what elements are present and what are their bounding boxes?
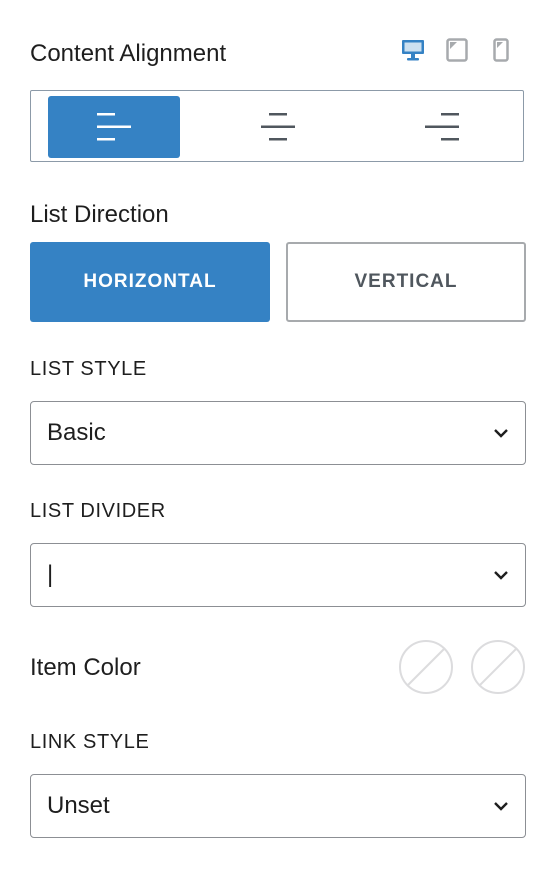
align-right-icon	[425, 113, 459, 141]
list-style-label: LIST STYLE	[30, 358, 147, 380]
content-alignment-title: Content Alignment	[30, 40, 227, 67]
align-center-icon	[261, 113, 295, 141]
align-left-button[interactable]	[48, 96, 180, 158]
vertical-button[interactable]: VERTICAL	[286, 242, 526, 322]
mobile-icon[interactable]	[488, 37, 514, 63]
list-style-select[interactable]: Basic	[30, 401, 526, 465]
link-style-value: Unset	[47, 792, 110, 819]
list-divider-select[interactable]: |	[30, 543, 526, 607]
chevron-down-icon	[494, 571, 508, 580]
horizontal-button[interactable]: HORIZONTAL	[30, 242, 270, 322]
chevron-down-icon	[494, 802, 508, 811]
chevron-down-icon	[494, 429, 508, 438]
color-swatch-unset[interactable]	[399, 640, 453, 694]
list-divider-value: |	[47, 561, 54, 588]
align-center-button[interactable]	[212, 96, 344, 158]
align-left-icon	[97, 113, 131, 141]
list-direction-title: List Direction	[30, 201, 169, 228]
no-color-icon	[406, 647, 446, 687]
content-alignment-group	[30, 90, 524, 162]
align-right-button[interactable]	[376, 96, 508, 158]
no-color-icon	[478, 647, 518, 687]
list-divider-label: LIST DIVIDER	[30, 500, 166, 522]
link-style-label: LINK STYLE	[30, 731, 150, 753]
list-style-value: Basic	[47, 419, 106, 446]
item-color-label: Item Color	[30, 654, 141, 681]
color-swatch-hover-unset[interactable]	[471, 640, 525, 694]
tablet-icon[interactable]	[444, 37, 470, 63]
link-style-select[interactable]: Unset	[30, 774, 526, 838]
desktop-icon[interactable]	[400, 37, 426, 63]
